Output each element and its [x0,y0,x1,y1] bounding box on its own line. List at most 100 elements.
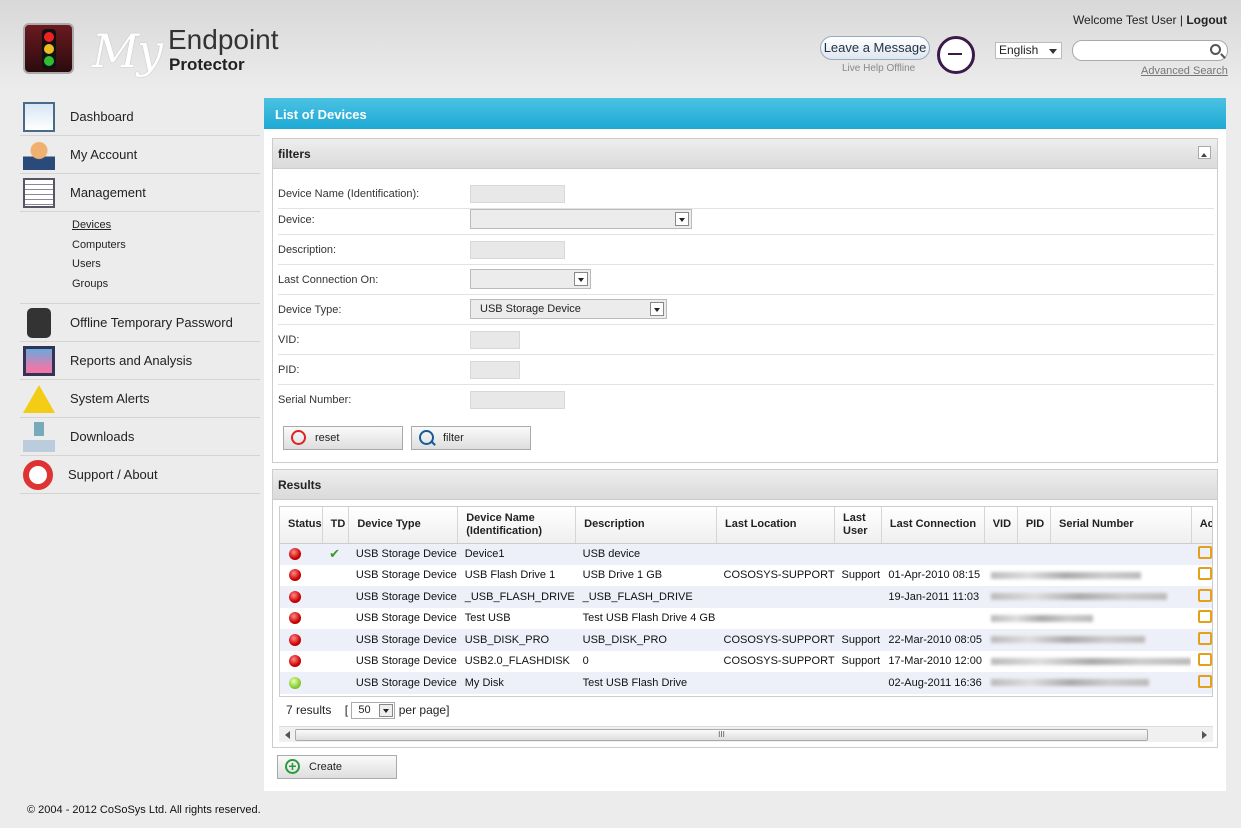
last-connection-select[interactable] [470,269,591,289]
create-button[interactable]: + Create [277,755,397,779]
col-actions[interactable]: Act [1191,507,1212,544]
documents-icon [23,177,55,208]
col-device-type[interactable]: Device Type [348,507,459,544]
device-select[interactable] [470,209,692,229]
table-row[interactable]: USB Storage Device USB Flash Drive 1 USB D… [280,565,1212,587]
redacted-serial [991,657,1192,665]
sidebar-subitem-users[interactable]: Users [72,258,260,278]
filter-row-last-connection: Last Connection On: [278,265,1214,295]
sidebar-item-downloads[interactable]: Downloads [20,418,260,456]
cell-last-location: COSOSYS-SUPPORT [723,569,835,582]
vid-input[interactable] [470,331,520,349]
status-offline-icon [289,590,301,603]
cell-device-type: USB Storage Device [355,569,457,582]
cell-description: Test USB Flash Drive 4 GB [582,612,716,625]
sidebar-item-reports[interactable]: Reports and Analysis [20,342,260,380]
cell-last-user: Support [841,569,881,582]
cell-actions [1191,543,1212,565]
edit-icon[interactable] [1198,546,1212,559]
description-input[interactable] [470,241,565,259]
cell-last-connection: 22-Mar-2010 08:05 [881,629,985,651]
col-td[interactable]: TD [322,507,350,544]
collapse-icon[interactable] [1198,146,1211,159]
device-name-input[interactable] [470,185,565,203]
sidebar-item-dashboard[interactable]: Dashboard [20,98,260,136]
cell-status [280,629,323,651]
serial-number-input[interactable] [470,391,565,409]
filter-button[interactable]: filter [411,426,531,450]
language-select[interactable]: English [995,42,1062,59]
filter-row-description: Description: [278,235,1214,265]
col-vid[interactable]: VID [984,507,1018,544]
search-icon [419,430,434,445]
search-input[interactable] [1072,40,1228,61]
scroll-right-icon[interactable] [1202,731,1211,739]
cell-description: 0 [582,655,589,668]
scroll-thumb[interactable]: III [295,729,1148,741]
support-agent-icon[interactable] [937,36,975,74]
edit-icon[interactable] [1198,653,1212,667]
sidebar-item-system-alerts[interactable]: System Alerts [20,380,260,418]
sidebar-subitem-computers[interactable]: Computers [72,239,260,259]
edit-icon[interactable] [1198,567,1212,581]
horizontal-scrollbar[interactable]: III [279,726,1213,742]
table-row[interactable]: USB Storage Device My Disk Test USB Flash … [280,672,1212,694]
table-row[interactable]: USB Storage Device _USB_FLASH_DRIVE _USB_F… [280,586,1212,608]
cell-last-location: COSOSYS-SUPPORT [723,655,835,668]
filter-row-device-type: Device Type: USB Storage Device [278,295,1214,325]
device-type-select[interactable]: USB Storage Device [470,299,667,319]
sidebar-item-offline-password[interactable]: Offline Temporary Password [20,304,260,342]
leave-message-button[interactable]: Leave a Message [820,36,930,60]
sidebar-item-support[interactable]: Support / About [20,456,260,494]
edit-icon[interactable] [1198,674,1212,688]
cell-description: _USB_FLASH_DRIVE [575,586,717,608]
edit-icon[interactable] [1198,610,1212,624]
table-row[interactable]: USB Storage Device Test USB Test USB Flash… [280,608,1212,630]
col-last-location[interactable]: Last Location [716,507,836,544]
search-icon[interactable] [1210,44,1221,55]
results-panel: Results Status TD Device Type Device Nam… [272,469,1218,748]
col-description[interactable]: Description [575,507,717,544]
cell-last-location [716,543,835,565]
per-page-select[interactable]: 50 [351,702,396,720]
col-status[interactable]: Status [280,507,323,544]
cell-serial-redacted [984,543,1192,565]
cell-serial-redacted [984,586,1192,608]
chevron-down-icon [1049,49,1057,58]
cell-last-location: COSOSYS-SUPPORT [716,629,835,651]
col-last-connection[interactable]: Last Connection [881,507,985,544]
col-serial-number[interactable]: Serial Number [1050,507,1192,544]
edit-icon[interactable] [1198,588,1212,602]
redacted-serial [991,679,1150,687]
cell-status [280,608,322,630]
sidebar-subitem-groups[interactable]: Groups [72,278,260,298]
cell-device-name: Test USB [464,612,511,625]
scroll-left-icon[interactable] [281,731,290,739]
pid-input[interactable] [470,361,520,379]
edit-icon[interactable] [1198,631,1212,645]
cell-device-type: USB Storage Device [348,586,458,608]
welcome-text: Welcome Test User [1072,13,1177,27]
reset-button[interactable]: reset [283,426,403,450]
redacted-serial [991,571,1142,579]
cell-serial-redacted [984,651,1192,673]
sidebar-subitem-devices[interactable]: Devices [72,219,260,239]
language-value: English [999,43,1039,57]
col-pid[interactable]: PID [1017,507,1052,544]
sidebar-item-my-account[interactable]: My Account [20,136,260,174]
filter-row-serial: Serial Number: [278,385,1214,415]
cell-last-user [835,608,882,630]
logout-link[interactable]: Logout [1186,13,1227,27]
col-last-user[interactable]: Last User [834,507,882,544]
cell-status [280,651,322,673]
col-device-name[interactable]: Device Name (Identification) [457,507,577,544]
table-row[interactable]: USB Storage Device USB_DISK_PRO USB_DISK_P… [280,629,1212,651]
table-row[interactable]: ✔ USB Storage Device Device1 USB device [280,543,1212,565]
redacted-serial [991,636,1146,644]
advanced-search-link[interactable]: Advanced Search [1141,65,1228,77]
sidebar-item-management[interactable]: Management [20,174,260,212]
download-icon [23,421,55,452]
cell-device-type: USB Storage Device [348,672,458,694]
table-row[interactable]: USB Storage Device USB2.0_FLASHDISK 0 COSOS… [280,651,1212,673]
cell-td [322,672,349,694]
